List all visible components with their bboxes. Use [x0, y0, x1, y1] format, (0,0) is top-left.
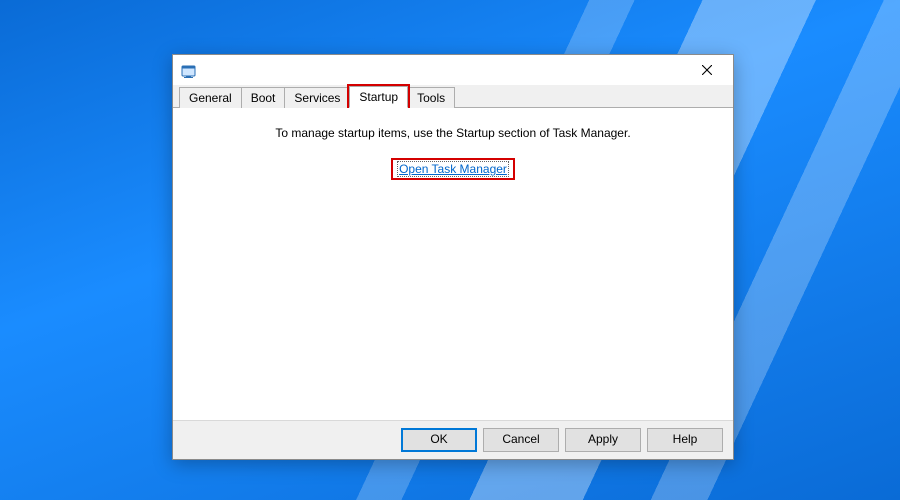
- msconfig-window: General Boot Services Startup Tools To m…: [172, 54, 734, 460]
- tab-general[interactable]: General: [179, 87, 242, 108]
- startup-message: To manage startup items, use the Startup…: [174, 126, 732, 140]
- tab-strip: General Boot Services Startup Tools: [173, 85, 733, 108]
- tab-services[interactable]: Services: [284, 87, 350, 108]
- close-button[interactable]: [687, 56, 727, 84]
- titlebar: [173, 55, 733, 85]
- cancel-button[interactable]: Cancel: [483, 428, 559, 452]
- desktop-wallpaper: General Boot Services Startup Tools To m…: [0, 0, 900, 500]
- apply-button[interactable]: Apply: [565, 428, 641, 452]
- open-task-manager-link[interactable]: Open Task Manager: [397, 161, 509, 177]
- close-icon: [702, 65, 712, 75]
- app-icon: [181, 63, 197, 79]
- help-button[interactable]: Help: [647, 428, 723, 452]
- tab-tools[interactable]: Tools: [407, 87, 455, 108]
- tab-content-startup: To manage startup items, use the Startup…: [174, 108, 732, 421]
- tab-boot[interactable]: Boot: [241, 87, 286, 108]
- dialog-button-row: OK Cancel Apply Help: [173, 420, 733, 459]
- tab-startup[interactable]: Startup: [349, 86, 408, 108]
- ok-button[interactable]: OK: [401, 428, 477, 452]
- highlight-box-link: Open Task Manager: [391, 158, 515, 180]
